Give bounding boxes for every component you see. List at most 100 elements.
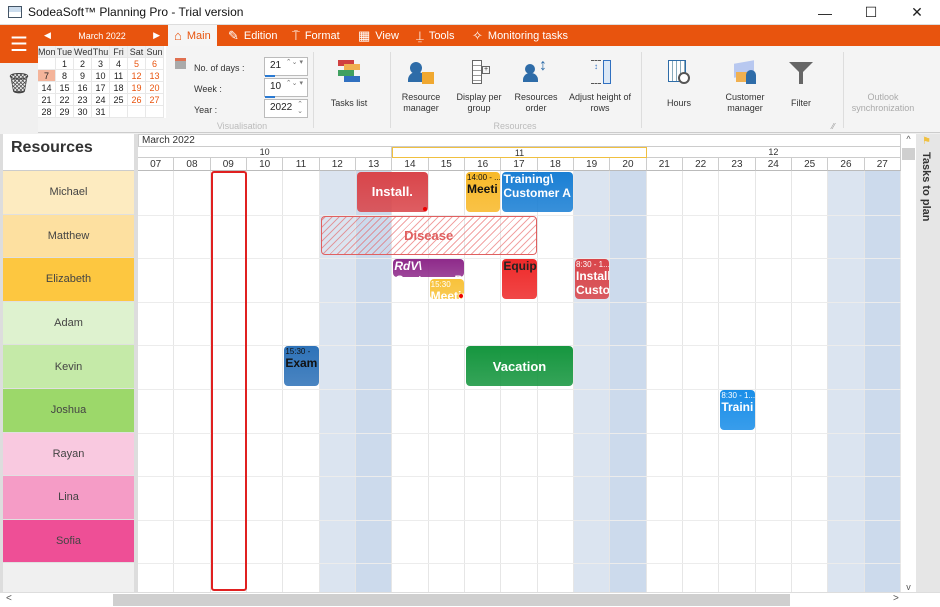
calendar-day[interactable]: 26 bbox=[128, 94, 146, 106]
task-install-customer[interactable]: 8:30 - 1...Install. Customer bbox=[575, 259, 610, 299]
calendar-day[interactable]: 13 bbox=[146, 70, 164, 82]
task-equip[interactable]: Equip bbox=[502, 259, 537, 299]
task-exam[interactable]: 15:30 - Exam bbox=[284, 346, 319, 386]
calendar-day[interactable]: 1 bbox=[56, 58, 74, 70]
calendar-day[interactable]: 28 bbox=[38, 106, 56, 118]
trash-icon: 🗑 bbox=[6, 73, 32, 95]
calendar-day[interactable]: 16 bbox=[74, 82, 92, 94]
maximize-button[interactable]: ☐ bbox=[848, 0, 894, 25]
display-per-group-button[interactable]: + Display per group bbox=[454, 58, 504, 114]
customer-manager-button[interactable]: Customer manager bbox=[720, 58, 770, 114]
resource-row-sofia[interactable]: Sofia bbox=[3, 519, 134, 564]
resource-row-matthew[interactable]: Matthew bbox=[3, 214, 134, 259]
menu-button[interactable]: ☰ bbox=[0, 25, 38, 63]
resource-row-adam[interactable]: Adam bbox=[3, 301, 134, 346]
day-column[interactable] bbox=[719, 171, 756, 592]
resource-row-lina[interactable]: Lina bbox=[3, 476, 134, 520]
resource-row-kevin[interactable]: Kevin bbox=[3, 345, 134, 389]
calendar-day[interactable]: 14 bbox=[38, 82, 56, 94]
scroll-down-button[interactable]: v bbox=[901, 582, 916, 592]
calendar-next-button[interactable]: ▶ bbox=[153, 30, 160, 41]
day-header: 14 bbox=[392, 158, 429, 171]
tab-main[interactable]: ⌂ Main bbox=[168, 25, 217, 46]
task-meetin[interactable]: 15:30Meetin bbox=[429, 279, 464, 300]
week-spinner[interactable]: 10 ⌃⌄ ▾ bbox=[264, 78, 308, 98]
calendar-day[interactable]: 15 bbox=[56, 82, 74, 94]
day-column[interactable] bbox=[610, 171, 647, 592]
calendar-day[interactable]: 4 bbox=[110, 58, 128, 70]
tab-monitoring-tasks[interactable]: ✧ Monitoring tasks bbox=[466, 25, 574, 46]
calendar-day[interactable]: 3 bbox=[92, 58, 110, 70]
task-training-customer-a[interactable]: Training\ Customer A bbox=[502, 172, 573, 212]
calendar-day[interactable]: 30 bbox=[74, 106, 92, 118]
vertical-scroll-thumb[interactable] bbox=[902, 148, 915, 160]
vertical-scrollbar[interactable]: ^ v bbox=[901, 134, 916, 592]
calendar-day[interactable]: 20 bbox=[146, 82, 164, 94]
calendar-day[interactable]: 23 bbox=[74, 94, 92, 106]
outlook-sync-button[interactable]: Outlook synchronization bbox=[848, 92, 918, 114]
day-column[interactable] bbox=[756, 171, 792, 592]
day-column[interactable] bbox=[683, 171, 720, 592]
tasks-list-button[interactable]: Tasks list bbox=[324, 58, 374, 109]
scroll-up-button[interactable]: ^ bbox=[901, 134, 916, 144]
calendar-prev-button[interactable]: ◀ bbox=[44, 30, 51, 41]
day-column[interactable] bbox=[247, 171, 284, 592]
calendar-day[interactable]: 22 bbox=[56, 94, 74, 106]
day-column[interactable] bbox=[647, 171, 683, 592]
task-disease[interactable]: Disease bbox=[320, 215, 537, 256]
day-column[interactable] bbox=[174, 171, 211, 592]
resource-row-rayan[interactable]: Rayan bbox=[3, 432, 134, 477]
calendar-day[interactable]: 25 bbox=[110, 94, 128, 106]
task-rdv-customer-b[interactable]: RdV\ Customer B bbox=[393, 259, 464, 278]
resource-manager-button[interactable]: Resource manager bbox=[398, 58, 444, 114]
resource-row-elizabeth[interactable]: Elizabeth bbox=[3, 258, 134, 302]
calendar-day[interactable]: 31 bbox=[92, 106, 110, 118]
calendar-day[interactable]: 11 bbox=[110, 70, 128, 82]
task-vacation[interactable]: Vacation bbox=[466, 346, 573, 386]
calendar-day[interactable]: 24 bbox=[92, 94, 110, 106]
adjust-row-height-button[interactable]: ↕ Adjust height of rows bbox=[566, 58, 634, 114]
day-column[interactable] bbox=[828, 171, 865, 592]
calendar-day[interactable]: 9 bbox=[74, 70, 92, 82]
horizontal-scrollbar[interactable]: < > bbox=[0, 592, 940, 607]
calendar-day[interactable]: 5 bbox=[128, 58, 146, 70]
calendar-day[interactable]: 12 bbox=[128, 70, 146, 82]
day-column[interactable] bbox=[138, 171, 175, 592]
calendar-day[interactable]: 17 bbox=[92, 82, 110, 94]
task-traini[interactable]: 8:30 - 1... Traini bbox=[720, 390, 755, 430]
resource-row-michael[interactable]: Michael bbox=[3, 171, 134, 215]
horizontal-scroll-thumb[interactable] bbox=[113, 594, 790, 606]
resources-order-button[interactable]: ↕ Resources order bbox=[512, 58, 560, 114]
close-button[interactable]: ✕ bbox=[894, 0, 940, 25]
calendar-day[interactable]: 8 bbox=[56, 70, 74, 82]
calendar-day[interactable]: 18 bbox=[110, 82, 128, 94]
filter-button[interactable]: Filter bbox=[780, 58, 822, 109]
tasks-to-plan-panel[interactable]: ⚑ Tasks to plan bbox=[916, 134, 940, 592]
resource-row-joshua[interactable]: Joshua bbox=[3, 389, 134, 433]
tab-edition[interactable]: ✎ Edition bbox=[222, 25, 284, 46]
year-spinner[interactable]: 2022 ⌃ ⌄ bbox=[264, 99, 308, 118]
days-spinner[interactable]: 21 ⌃⌄ ▾ bbox=[264, 57, 308, 77]
minimize-button[interactable]: — bbox=[802, 0, 848, 25]
calendar-day[interactable]: 2 bbox=[74, 58, 92, 70]
day-column[interactable] bbox=[864, 171, 901, 592]
calendar-day[interactable]: 10 bbox=[92, 70, 110, 82]
calendar-day[interactable]: 7 bbox=[38, 70, 56, 82]
calendar-day[interactable]: 21 bbox=[38, 94, 56, 106]
delete-button[interactable]: 🗑 bbox=[0, 63, 38, 133]
calendar-day[interactable]: 27 bbox=[146, 94, 164, 106]
calendar-day[interactable]: 6 bbox=[146, 58, 164, 70]
calendar-day[interactable]: 19 bbox=[128, 82, 146, 94]
calendar-day[interactable]: 29 bbox=[56, 106, 74, 118]
dialog-launcher-icon[interactable]: ⁄⁄ bbox=[832, 122, 835, 131]
day-column[interactable] bbox=[792, 171, 829, 592]
task-meeti[interactable]: 14:00 - ... Meeti bbox=[466, 172, 501, 212]
task-install[interactable]: Install. bbox=[357, 172, 428, 212]
hours-button[interactable]: Hours bbox=[656, 58, 702, 109]
scroll-left-button[interactable]: < bbox=[6, 593, 12, 604]
tab-view[interactable]: ▦ View bbox=[352, 25, 405, 46]
tab-tools[interactable]: ⍊ Tools bbox=[410, 25, 461, 46]
tab-format[interactable]: ⍑ Format bbox=[286, 25, 346, 46]
scroll-right-button[interactable]: > bbox=[893, 593, 899, 604]
day-column[interactable] bbox=[574, 171, 611, 592]
